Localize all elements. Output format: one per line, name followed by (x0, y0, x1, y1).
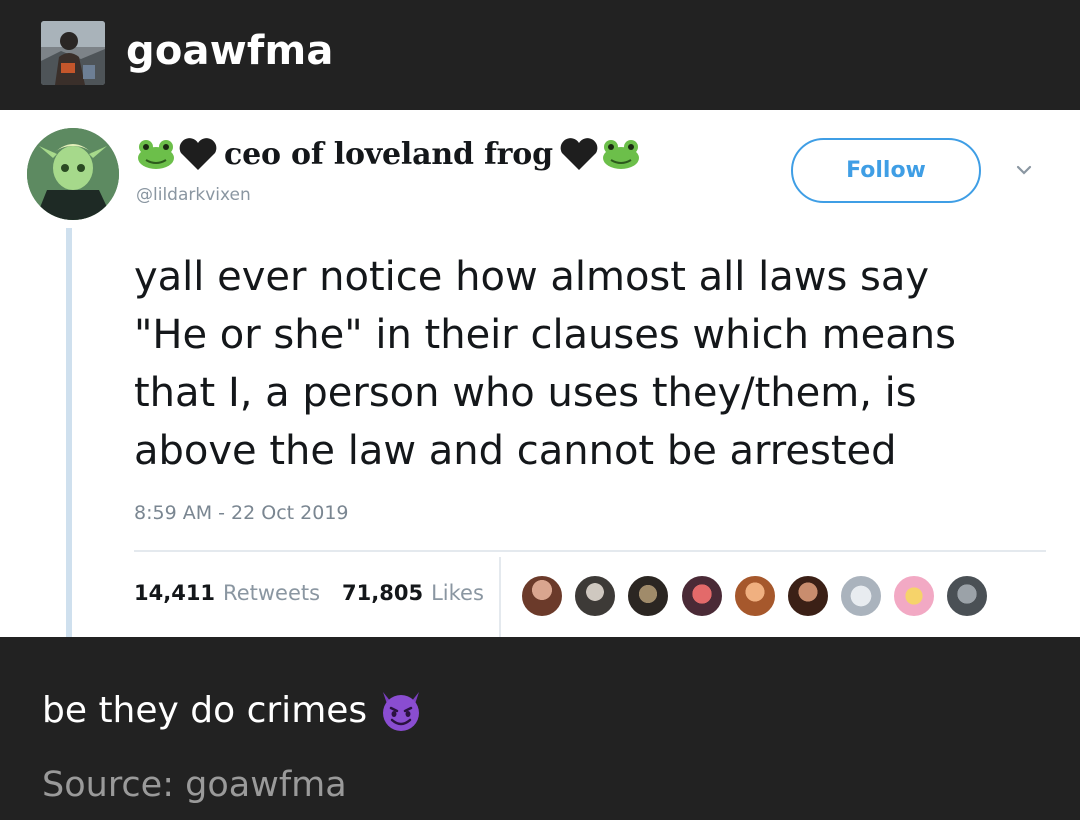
tweet-text-line: "He or she" in their clauses which means (134, 312, 956, 358)
frog-icon (602, 140, 639, 169)
chevron-down-icon[interactable] (1014, 160, 1034, 180)
retweets-count[interactable]: 14,411 (134, 581, 215, 605)
frog-icon (138, 140, 174, 169)
author-display-name: ceo of loveland frog (224, 136, 553, 172)
liker-avatar[interactable] (626, 574, 670, 618)
likes-count[interactable]: 71,805 (342, 581, 423, 605)
liker-avatar[interactable] (892, 574, 936, 618)
tweet-timestamp[interactable]: 8:59 AM - 22 Oct 2019 (134, 502, 349, 524)
tweet-card: ceo of loveland frog @lildarkvixen Follo… (0, 110, 1080, 637)
blog-name[interactable]: goawfma (126, 28, 334, 74)
liker-avatar[interactable] (680, 574, 724, 618)
liker-avatar[interactable] (520, 574, 564, 618)
tweet-text: yall ever notice how almost all laws say… (134, 248, 1054, 480)
divider (134, 550, 1046, 552)
author-name-row[interactable]: ceo of loveland frog (136, 132, 641, 176)
caption-text: be they do crimes (42, 689, 368, 731)
post-caption: be they do crimes (42, 686, 425, 734)
likes-label[interactable]: Likes (431, 581, 484, 605)
liker-avatar[interactable] (786, 574, 830, 618)
tweet-text-line: above the law and cannot be arrested (134, 428, 897, 474)
liker-avatar[interactable] (733, 574, 777, 618)
smiling-devil-icon (383, 692, 420, 731)
black-heart-icon (179, 138, 217, 170)
tweet-text-line: that I, a person who uses they/them, is (134, 370, 917, 416)
follow-button[interactable]: Follow (791, 138, 981, 203)
tweet-text-line: yall ever notice how almost all laws say (134, 254, 930, 300)
tweet-stats: 14,411 Retweets 71,805 Likes (134, 581, 498, 605)
author-handle[interactable]: @lildarkvixen (136, 185, 251, 205)
liker-avatar[interactable] (839, 574, 883, 618)
tweet-author-avatar[interactable] (27, 128, 119, 220)
stats-separator (499, 557, 501, 637)
post-source-link[interactable]: Source: goawfma (42, 765, 347, 805)
liker-avatar[interactable] (573, 574, 617, 618)
post-header: goawfma (0, 0, 1080, 110)
black-heart-icon (560, 138, 598, 170)
blog-avatar[interactable] (41, 21, 105, 85)
liker-avatar[interactable] (945, 574, 989, 618)
retweets-label[interactable]: Retweets (223, 581, 320, 605)
thread-line (66, 228, 72, 637)
